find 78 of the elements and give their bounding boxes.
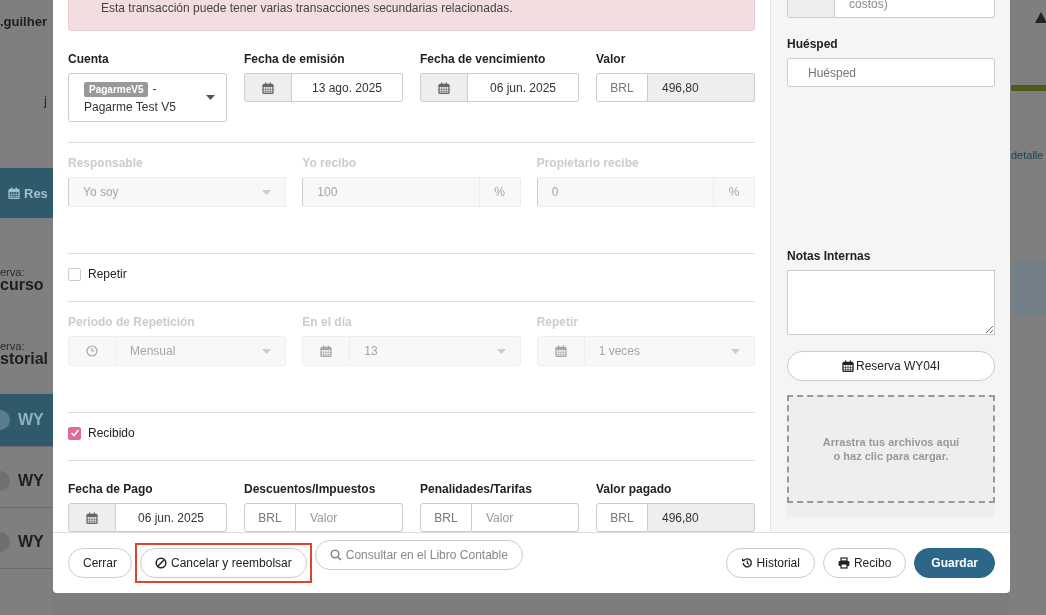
reservation-code: WY (18, 411, 44, 429)
amount-field: 496,80 (648, 503, 755, 532)
reservation-code: WY (18, 533, 44, 551)
footer-button[interactable]: Historial (725, 548, 815, 578)
ban-icon (155, 557, 167, 569)
section-value: storial (0, 350, 49, 368)
amount-field[interactable]: Valor (296, 503, 403, 532)
printer-icon (837, 557, 850, 569)
calendar-icon (262, 81, 274, 94)
field-label: Fecha de emisión (244, 52, 346, 66)
account-separator: - (152, 82, 157, 96)
account-name: Pagarme Test V5 (84, 99, 176, 114)
calendar-icon (86, 511, 98, 524)
reservation-item[interactable]: WY (0, 394, 53, 447)
select-value: Mensual (130, 344, 176, 358)
section-label: erva: (0, 266, 26, 278)
currency-label: BRL (596, 73, 648, 102)
save-button[interactable]: Guardar (914, 548, 995, 578)
header-stripe (1011, 85, 1046, 91)
date-field[interactable]: 13 ago. 2025 (292, 73, 403, 102)
user-name: .guilher (0, 14, 48, 29)
currency-label: BRL (420, 503, 472, 532)
field-label: Fecha de Pago (68, 482, 154, 496)
checkbox-label: Repetir (88, 267, 127, 281)
calendar-icon (554, 345, 567, 357)
caret-icon (262, 348, 272, 354)
history-icon (740, 557, 753, 569)
percent-label: % (479, 177, 521, 207)
guest-field[interactable]: Huésped (787, 58, 995, 87)
upload-dropzone[interactable]: Arrastra tus archivos aquí o haz clic para cargar. (787, 395, 995, 503)
percent-label: % (714, 177, 755, 207)
date-field[interactable]: 06 jun. 2025 (116, 503, 227, 532)
section-label: erva: (0, 340, 26, 352)
footer-button[interactable]: Recibo (822, 548, 907, 578)
reservation-tab[interactable]: Res (0, 168, 53, 218)
calendar-icon (438, 81, 450, 94)
reservation-code: WY (18, 472, 44, 490)
clock-icon (86, 345, 98, 357)
field-label: Cuenta (68, 52, 110, 66)
details-link[interactable]: detalle (1011, 149, 1046, 161)
account-select[interactable]: PagarmeV5 - Pagarme Test V5 (68, 73, 227, 122)
field-label: Huésped (787, 37, 839, 51)
amount-field[interactable]: Valor (472, 503, 579, 532)
calendar-icon (320, 345, 333, 357)
calendar-icon (8, 187, 20, 199)
search-icon (329, 549, 342, 561)
check-icon (69, 428, 80, 438)
footer-button[interactable]: Cancelar y reembolsar (140, 548, 307, 578)
warning-icon (1035, 12, 1046, 23)
field-label: Fecha de vencimiento (420, 52, 547, 66)
caret-icon (731, 348, 740, 354)
text-field[interactable]: costos) (835, 0, 995, 18)
caret-icon (206, 95, 215, 100)
amount-field: 496,80 (648, 73, 755, 102)
notes-field[interactable] (787, 270, 995, 335)
footer-button[interactable]: Cerrar (68, 548, 132, 578)
field-label: Notas Internas (787, 249, 872, 263)
field-label: Valor pagado (596, 482, 673, 496)
user-text: j (44, 93, 48, 108)
select-value: 13 (364, 344, 378, 358)
select-value: 1 veces (598, 344, 640, 358)
caret-icon (262, 189, 272, 195)
field-label: Penalidades/Tarifas (420, 482, 533, 496)
checkbox[interactable] (68, 267, 81, 281)
currency-label: BRL (596, 503, 648, 532)
caret-icon (496, 348, 506, 354)
alert-message: Esta transacción puede tener varias transacciones secundarias relacionadas. (68, 0, 755, 31)
field-label: Valor (596, 52, 627, 66)
section-value: curso (0, 276, 45, 294)
checkbox[interactable] (68, 426, 81, 440)
calendar-icon (842, 360, 854, 372)
account-badge: PagarmeV5 (84, 81, 149, 97)
currency-label: BRL (244, 503, 296, 532)
reservation-button[interactable]: Reserva WY04I (787, 351, 995, 381)
field-label: Descuentos/Impuestos (244, 482, 377, 496)
checkbox-label: Recibido (88, 426, 135, 440)
dropzone-text: Arrastra tus archivos aquí o haz clic para cargar. (822, 435, 960, 463)
date-field[interactable]: 06 jun. 2025 (468, 73, 579, 102)
